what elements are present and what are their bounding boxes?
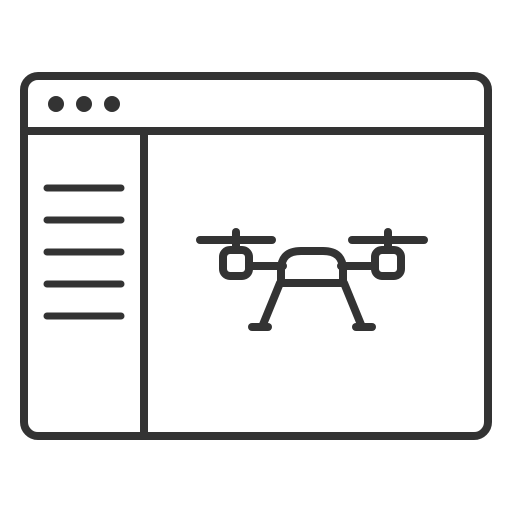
window-dot-3 bbox=[104, 96, 120, 112]
left-leg bbox=[258, 279, 284, 331]
icon-canvas bbox=[0, 0, 512, 512]
window-controls bbox=[48, 96, 120, 112]
sidebar-menu bbox=[43, 184, 125, 320]
window-dot-1 bbox=[48, 96, 64, 112]
browser-window bbox=[20, 72, 492, 440]
right-leg bbox=[340, 279, 366, 331]
browser-window-drone-icon bbox=[20, 72, 492, 440]
left-motor bbox=[219, 246, 253, 280]
right-motor bbox=[371, 246, 405, 280]
drone-body bbox=[277, 247, 347, 287]
window-dot-2 bbox=[76, 96, 92, 112]
drone-icon bbox=[196, 228, 428, 331]
